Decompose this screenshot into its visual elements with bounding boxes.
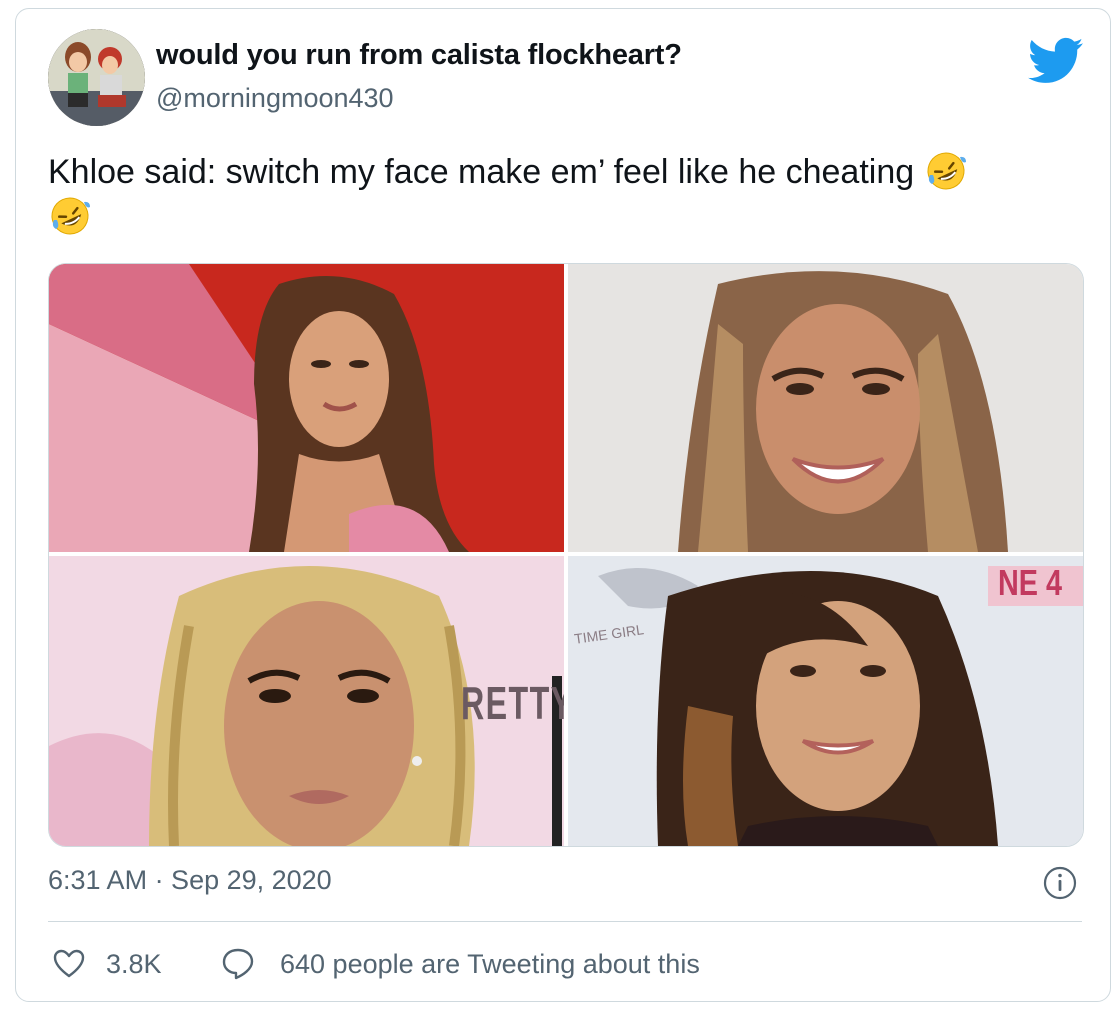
conversation-link[interactable]: 640 people are Tweeting about this — [280, 949, 700, 980]
photo-3[interactable]: RETTY — [49, 556, 564, 846]
like-count[interactable]: 3.8K — [106, 949, 162, 980]
backdrop-text: RETTY — [461, 677, 564, 729]
tweet-body: Khloe said: switch my face make em’ feel… — [48, 153, 915, 191]
photo-4[interactable]: NE 4 TIME GIRL — [568, 556, 1083, 846]
divider — [48, 921, 1082, 922]
tweet-card[interactable]: would you run from calista flockheart? @… — [15, 8, 1111, 1002]
twitter-bird-icon[interactable] — [1028, 37, 1084, 85]
avatar[interactable] — [48, 29, 145, 126]
heart-icon[interactable] — [52, 947, 86, 981]
rolling-on-floor-laughing-emoji-icon — [48, 194, 92, 238]
display-name[interactable]: would you run from calista flockheart? — [156, 39, 682, 72]
photo-grid[interactable]: RETTY NE 4 TIME GIRL — [48, 263, 1084, 847]
info-icon[interactable] — [1042, 865, 1078, 901]
photo-1[interactable] — [49, 264, 564, 552]
timestamp[interactable]: 6:31 AM · Sep 29, 2020 — [48, 865, 332, 896]
speech-bubble-icon[interactable] — [220, 946, 256, 982]
backdrop-text: NE 4 — [998, 562, 1063, 603]
tweet-text: Khloe said: switch my face make em’ feel… — [48, 149, 1088, 239]
photo-2[interactable] — [568, 264, 1083, 552]
user-handle[interactable]: @morningmoon430 — [156, 83, 394, 114]
rolling-on-floor-laughing-emoji-icon — [924, 149, 968, 193]
